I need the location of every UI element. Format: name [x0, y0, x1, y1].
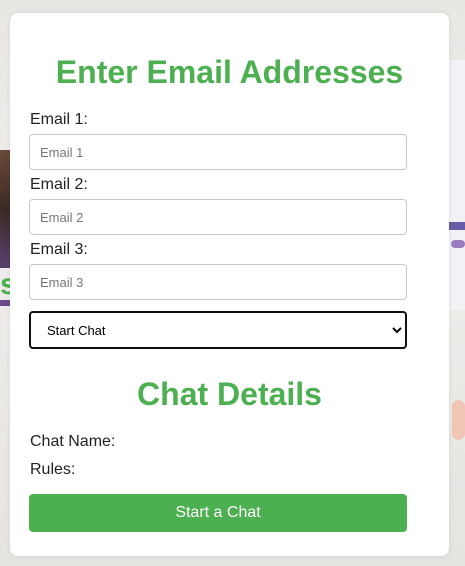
background-bar	[447, 222, 465, 230]
email-2-input[interactable]	[29, 199, 407, 235]
email-3-label: Email 3:	[30, 241, 88, 258]
background-photo	[452, 400, 465, 440]
start-chat-button[interactable]: Start a Chat	[29, 494, 407, 532]
chat-details-title: Chat Details	[137, 376, 322, 412]
email-1-input[interactable]	[29, 134, 407, 170]
chat-name-label: Chat Name:	[30, 433, 116, 450]
email-3-input[interactable]	[29, 264, 407, 300]
background-panel	[447, 60, 465, 310]
email-form-card: Enter Email Addresses Email 1: Email 2: …	[10, 13, 449, 556]
background-bar	[451, 240, 465, 248]
email-2-label: Email 2:	[30, 176, 88, 193]
rules-label: Rules:	[30, 461, 76, 478]
email-1-label: Email 1:	[30, 111, 88, 128]
form-title: Enter Email Addresses	[55, 54, 404, 90]
chat-action-select[interactable]: Start Chat	[29, 311, 407, 349]
